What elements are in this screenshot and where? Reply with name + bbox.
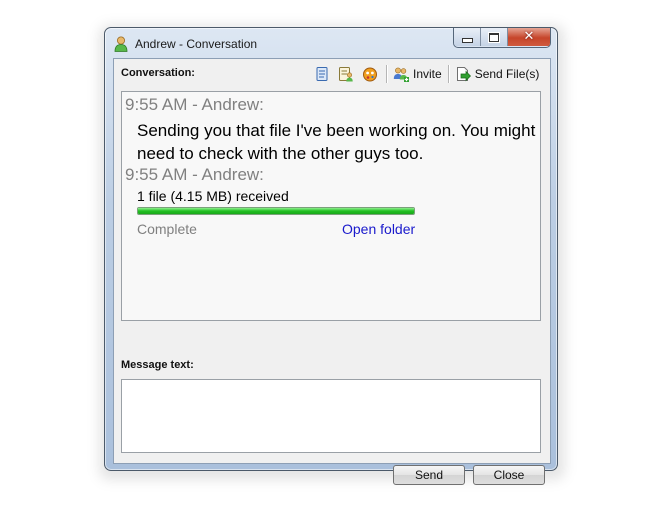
send-files-label: Send File(s) <box>474 67 540 81</box>
transfer-status: Complete <box>137 221 197 237</box>
send-file-icon <box>455 66 471 82</box>
user-icon <box>114 36 128 52</box>
contact-details-icon[interactable] <box>338 66 354 82</box>
progress-fill <box>138 208 414 214</box>
toolbar-separator <box>447 65 450 83</box>
minimize-button[interactable] <box>454 28 481 46</box>
message-header: 9:55 AM - Andrew: <box>125 95 264 114</box>
message-text: Sending you that file I've been working … <box>137 121 536 163</box>
message-input[interactable] <box>121 379 541 453</box>
client-area: Conversation: Invite Send File(s) 9:55 A… <box>113 58 551 485</box>
close-button[interactable]: Close <box>473 465 545 485</box>
toolbar-separator <box>386 65 388 83</box>
invite-users-icon <box>393 66 409 82</box>
conversation-label: Conversation: <box>121 67 195 79</box>
toolbar: Invite Send File(s) <box>314 63 545 85</box>
emoticons-icon[interactable] <box>362 66 378 82</box>
maximize-icon <box>489 32 499 42</box>
close-icon: ✕ <box>523 29 535 44</box>
maximize-button[interactable] <box>481 28 508 46</box>
file-transfer-progress-bar <box>137 207 415 215</box>
file-transfer-text: 1 file (4.15 MB) received <box>137 188 289 204</box>
caption-buttons: ✕ <box>453 28 551 48</box>
title-bar[interactable]: Andrew - Conversation ✕ <box>105 28 557 56</box>
message-header: 9:55 AM - Andrew: <box>125 165 264 184</box>
conversation-window: Andrew - Conversation ✕ Conversation: In… <box>104 27 558 485</box>
message-text-label: Message text: <box>121 359 194 371</box>
minimize-icon <box>461 37 473 43</box>
history-icon[interactable] <box>314 66 330 82</box>
open-folder-link[interactable]: Open folder <box>342 221 415 237</box>
send-button[interactable]: Send <box>393 465 465 485</box>
invite-label: Invite <box>413 67 442 81</box>
conversation-history[interactable]: 9:55 AM - Andrew: Sending you that file … <box>121 91 541 321</box>
window-title: Andrew - Conversation <box>135 37 258 51</box>
invite-button[interactable]: Invite <box>393 66 442 82</box>
send-files-button[interactable]: Send File(s) <box>455 66 540 82</box>
close-window-button[interactable]: ✕ <box>508 28 550 46</box>
